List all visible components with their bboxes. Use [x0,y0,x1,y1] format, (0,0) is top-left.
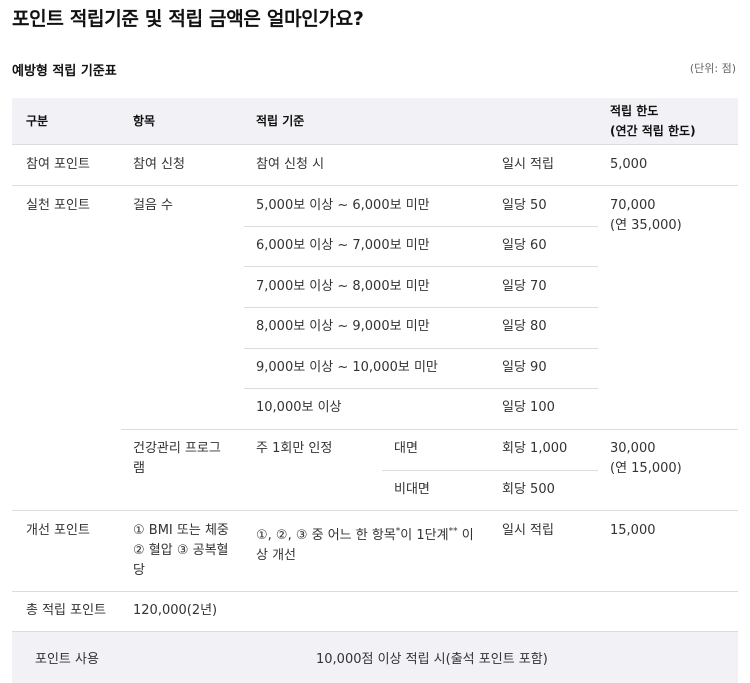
program-criteria: 주 1회만 인정 [256,441,333,456]
row-divider [244,226,598,227]
steps-item: 걸음 수 [133,198,174,213]
improvement-item: ① BMI 또는 체중 [133,523,229,538]
row-divider [244,388,598,389]
steps-criteria: 6,000보 이상 ~ 7,000보 미만 [256,238,430,253]
table-title: 예방형 적립 기준표 [12,64,117,79]
usage-value: 10,000점 이상 적립 시(출석 포인트 포함) [316,652,548,667]
row-divider [382,470,598,471]
row-divider [121,429,738,430]
practice-category: 실천 포인트 [26,198,90,213]
steps-criteria: 8,000보 이상 ~ 9,000보 미만 [256,319,430,334]
improvement-criteria-text: 이 1단계 [400,528,449,543]
program-type: 대면 [394,441,418,456]
improvement-criteria-continued: 상 개선 [256,548,297,563]
improvement-item: 당 [133,563,145,578]
total-value: 120,000(2년) [133,603,218,618]
steps-amount: 일당 60 [502,238,547,253]
row-divider [12,144,738,145]
participation-criteria: 참여 신청 시 [256,157,325,172]
program-type: 비대면 [394,482,430,497]
program-item: 건강관리 프로그 [133,441,221,456]
steps-amount: 일당 50 [502,198,547,213]
steps-amount: 일당 90 [502,360,547,375]
program-amount: 회당 1,000 [502,441,568,456]
improvement-category: 개선 포인트 [26,523,90,538]
header-limit: 적립 한도 [610,104,659,118]
header-limit-annual: (연간 적립 한도) [610,124,696,138]
program-limit: 30,000 [610,441,656,456]
participation-category: 참여 포인트 [26,157,90,172]
improvement-criteria-text: 이 [457,528,474,543]
steps-limit: 70,000 [610,198,656,213]
steps-amount: 일당 80 [502,319,547,334]
improvement-criteria: ①, ②, ③ 중 어느 한 항목*이 1단계** 이 [256,526,474,546]
participation-limit: 5,000 [610,157,648,172]
page-title: 포인트 적립기준 및 적립 금액은 얼마인가요? [12,8,364,30]
row-divider [12,510,738,511]
program-limit-annual: (연 15,000) [610,461,682,476]
steps-amount: 일당 70 [502,279,547,294]
improvement-criteria-text: ①, ②, ③ 중 어느 한 항목 [256,528,396,543]
header-category: 구분 [26,114,49,128]
row-divider [244,307,598,308]
row-divider [12,591,738,592]
footnote-mark: ** [448,526,458,537]
program-item-continued: 램 [133,461,145,476]
steps-criteria: 5,000보 이상 ~ 6,000보 미만 [256,198,430,213]
steps-criteria: 7,000보 이상 ~ 8,000보 미만 [256,279,430,294]
steps-limit-annual: (연 35,000) [610,218,682,233]
steps-amount: 일당 100 [502,400,555,415]
participation-item: 참여 신청 [133,157,185,172]
improvement-amount: 일시 적립 [502,523,554,538]
row-divider [12,185,738,186]
row-divider [244,348,598,349]
steps-criteria: 10,000보 이상 [256,400,342,415]
total-label: 총 적립 포인트 [26,603,107,618]
row-divider [12,631,738,632]
steps-criteria: 9,000보 이상 ~ 10,000보 미만 [256,360,438,375]
program-amount: 회당 500 [502,482,555,497]
unit-label: (단위: 점) [689,62,736,75]
usage-label: 포인트 사용 [35,652,99,667]
header-criteria: 적립 기준 [256,114,305,128]
improvement-limit: 15,000 [610,523,656,538]
point-table: 구분 항목 적립 기준 적립 한도 (연간 적립 한도) 참여 포인트 참여 신… [12,98,738,683]
participation-amount: 일시 적립 [502,157,554,172]
improvement-item: ② 혈압 ③ 공복혈 [133,543,229,558]
header-item: 항목 [133,114,156,128]
row-divider [244,266,598,267]
